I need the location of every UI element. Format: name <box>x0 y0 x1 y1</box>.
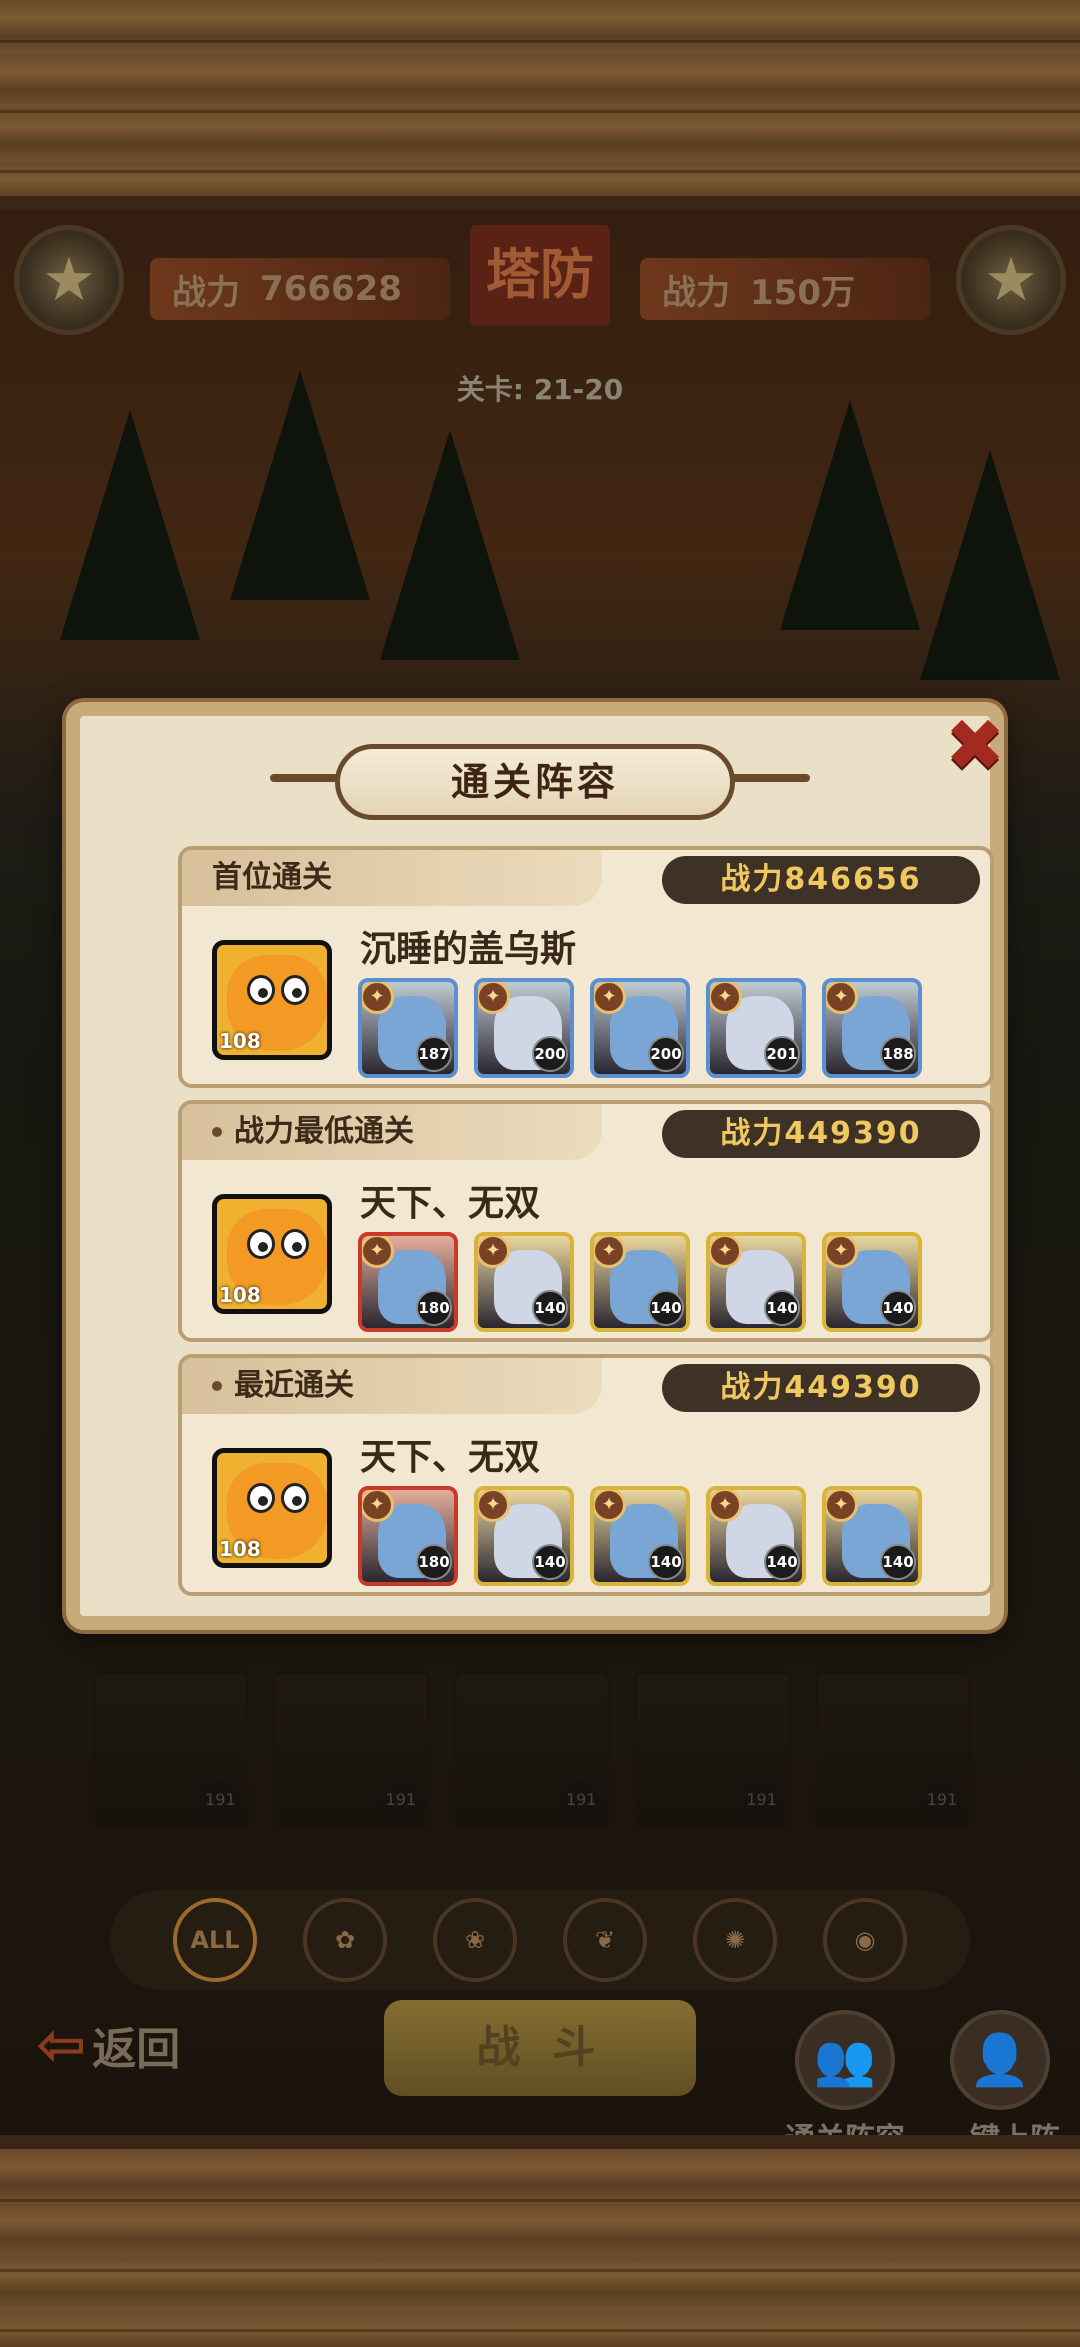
power-badge: 战力449390 <box>662 1110 980 1158</box>
faction-icon: ✦ <box>478 1236 510 1268</box>
back-button[interactable]: ⇦ 返回 <box>36 2010 180 2080</box>
faction-icon: ✦ <box>710 1236 742 1268</box>
hero-card[interactable]: ✦ 140 <box>822 1486 922 1586</box>
hero-level: 187 <box>416 1036 452 1072</box>
section-header: 战力最低通关 <box>182 1104 602 1160</box>
hero-card[interactable]: ✦ 140 <box>706 1232 806 1332</box>
hero-level: 180 <box>416 1290 452 1326</box>
power-badge: 战力449390 <box>662 1364 980 1412</box>
hero-level: 140 <box>532 1290 568 1326</box>
hero-level: 200 <box>532 1036 568 1072</box>
back-arrow-icon: ⇦ <box>36 2010 87 2080</box>
close-icon[interactable]: ✖ <box>940 709 1010 781</box>
lineup-section: 首位通关 战力846656 108 沉睡的盖乌斯 ✦ 187 ✦ 200 ✦ 2… <box>178 846 994 1088</box>
hero-card[interactable]: ✦ 201 <box>706 978 806 1078</box>
faction-icon: ✦ <box>478 982 510 1014</box>
enemy-power: 战力 150万 <box>640 258 930 320</box>
dark-faction-icon[interactable]: ◉ <box>823 1898 907 1982</box>
hero-lineup: ✦ 180 ✦ 140 ✦ 140 ✦ 140 ✦ 140 <box>358 1232 922 1332</box>
faction-icon: ✦ <box>594 982 626 1014</box>
hero-card[interactable]: ✦ 140 <box>474 1232 574 1332</box>
bullet-icon <box>212 1127 222 1137</box>
faction-icon: ✦ <box>710 1490 742 1522</box>
hero-level: 140 <box>764 1290 800 1326</box>
people-icon: 👥 <box>795 2010 895 2110</box>
game-screen: 191 191 191 191 191 ★ 战力 766628 塔防 战力 15… <box>0 0 1080 2347</box>
hero-card[interactable]: ✦ 140 <box>706 1486 806 1586</box>
faction-icon: ✦ <box>826 982 858 1014</box>
player-avatar[interactable]: 108 <box>212 940 332 1060</box>
faction-icon: ✦ <box>826 1490 858 1522</box>
hero-card[interactable]: ✦ 200 <box>590 978 690 1078</box>
hero-level: 140 <box>764 1544 800 1580</box>
star-icon[interactable]: ★ <box>14 225 124 335</box>
faction-icon: ✦ <box>362 1236 394 1268</box>
hero-level: 200 <box>648 1036 684 1072</box>
lineup-section: 最近通关 战力449390 108 天下、无双 ✦ 180 ✦ 140 ✦ 14… <box>178 1354 994 1596</box>
hero-lineup: ✦ 187 ✦ 200 ✦ 200 ✦ 201 ✦ 188 <box>358 978 922 1078</box>
star-icon[interactable]: ★ <box>956 225 1066 335</box>
player-name: 天下、无双 <box>360 1437 541 1478</box>
hero-lineup: ✦ 180 ✦ 140 ✦ 140 ✦ 140 ✦ 140 <box>358 1486 922 1586</box>
nature-faction-icon[interactable]: ❦ <box>563 1898 647 1982</box>
hero-level: 140 <box>532 1544 568 1580</box>
faction-icon: ✦ <box>362 1490 394 1522</box>
hero-card[interactable]: ✦ 200 <box>474 978 574 1078</box>
player-power: 战力 766628 <box>150 258 450 320</box>
faction-icon: ✦ <box>594 1490 626 1522</box>
fight-button[interactable]: 战 斗 <box>384 2000 696 2096</box>
hero-card[interactable]: ✦ 188 <box>822 978 922 1078</box>
player-avatar[interactable]: 108 <box>212 1194 332 1314</box>
faction-icon: ✦ <box>826 1236 858 1268</box>
player-level: 108 <box>219 1029 261 1053</box>
stage-label: 关卡: 21-20 <box>456 373 624 406</box>
hero-card[interactable]: ✦ 140 <box>474 1486 574 1586</box>
wood-frame-bottom <box>0 2135 1080 2347</box>
player-avatar[interactable]: 108 <box>212 1448 332 1568</box>
hero-level: 140 <box>648 1544 684 1580</box>
wood-frame-top <box>0 0 1080 210</box>
light-faction-icon[interactable]: ✺ <box>693 1898 777 1982</box>
hero-level: 188 <box>880 1036 916 1072</box>
hero-level: 140 <box>648 1290 684 1326</box>
hero-level: 201 <box>764 1036 800 1072</box>
person-icon: 👤 <box>950 2010 1050 2110</box>
player-name: 沉睡的盖乌斯 <box>360 929 577 970</box>
section-header: 最近通关 <box>182 1358 602 1414</box>
faction-filter-bar: ALL ✿ ❀ ❦ ✺ ◉ <box>110 1890 970 1990</box>
section-header: 首位通关 <box>182 850 602 906</box>
bullet-icon <box>212 1381 222 1391</box>
fire-faction-icon[interactable]: ✿ <box>303 1898 387 1982</box>
hero-card[interactable]: ✦ 180 <box>358 1232 458 1332</box>
lineup-section: 战力最低通关 战力449390 108 天下、无双 ✦ 180 ✦ 140 ✦ <box>178 1100 994 1342</box>
hero-level: 180 <box>416 1544 452 1580</box>
dialog-title: 通关阵容 <box>335 744 735 820</box>
player-level: 108 <box>219 1537 261 1561</box>
faction-icon: ✦ <box>478 1490 510 1522</box>
faction-icon: ✦ <box>594 1236 626 1268</box>
hero-card[interactable]: ✦ 180 <box>358 1486 458 1586</box>
hero-level: 140 <box>880 1544 916 1580</box>
clear-lineup-dialog: 通关阵容 ✖ 首位通关 战力846656 108 沉睡的盖乌斯 ✦ 187 ✦ <box>66 702 1005 1630</box>
water-faction-icon[interactable]: ❀ <box>433 1898 517 1982</box>
faction-icon: ✦ <box>710 982 742 1014</box>
mode-title: 塔防 <box>470 225 610 325</box>
hero-card[interactable]: ✦ 187 <box>358 978 458 1078</box>
player-name: 天下、无双 <box>360 1183 541 1224</box>
filter-all-button[interactable]: ALL <box>173 1898 257 1982</box>
power-badge: 战力846656 <box>662 856 980 904</box>
hero-card[interactable]: ✦ 140 <box>822 1232 922 1332</box>
hero-level: 140 <box>880 1290 916 1326</box>
player-level: 108 <box>219 1283 261 1307</box>
hero-card[interactable]: ✦ 140 <box>590 1232 690 1332</box>
hero-card[interactable]: ✦ 140 <box>590 1486 690 1586</box>
faction-icon: ✦ <box>362 982 394 1014</box>
